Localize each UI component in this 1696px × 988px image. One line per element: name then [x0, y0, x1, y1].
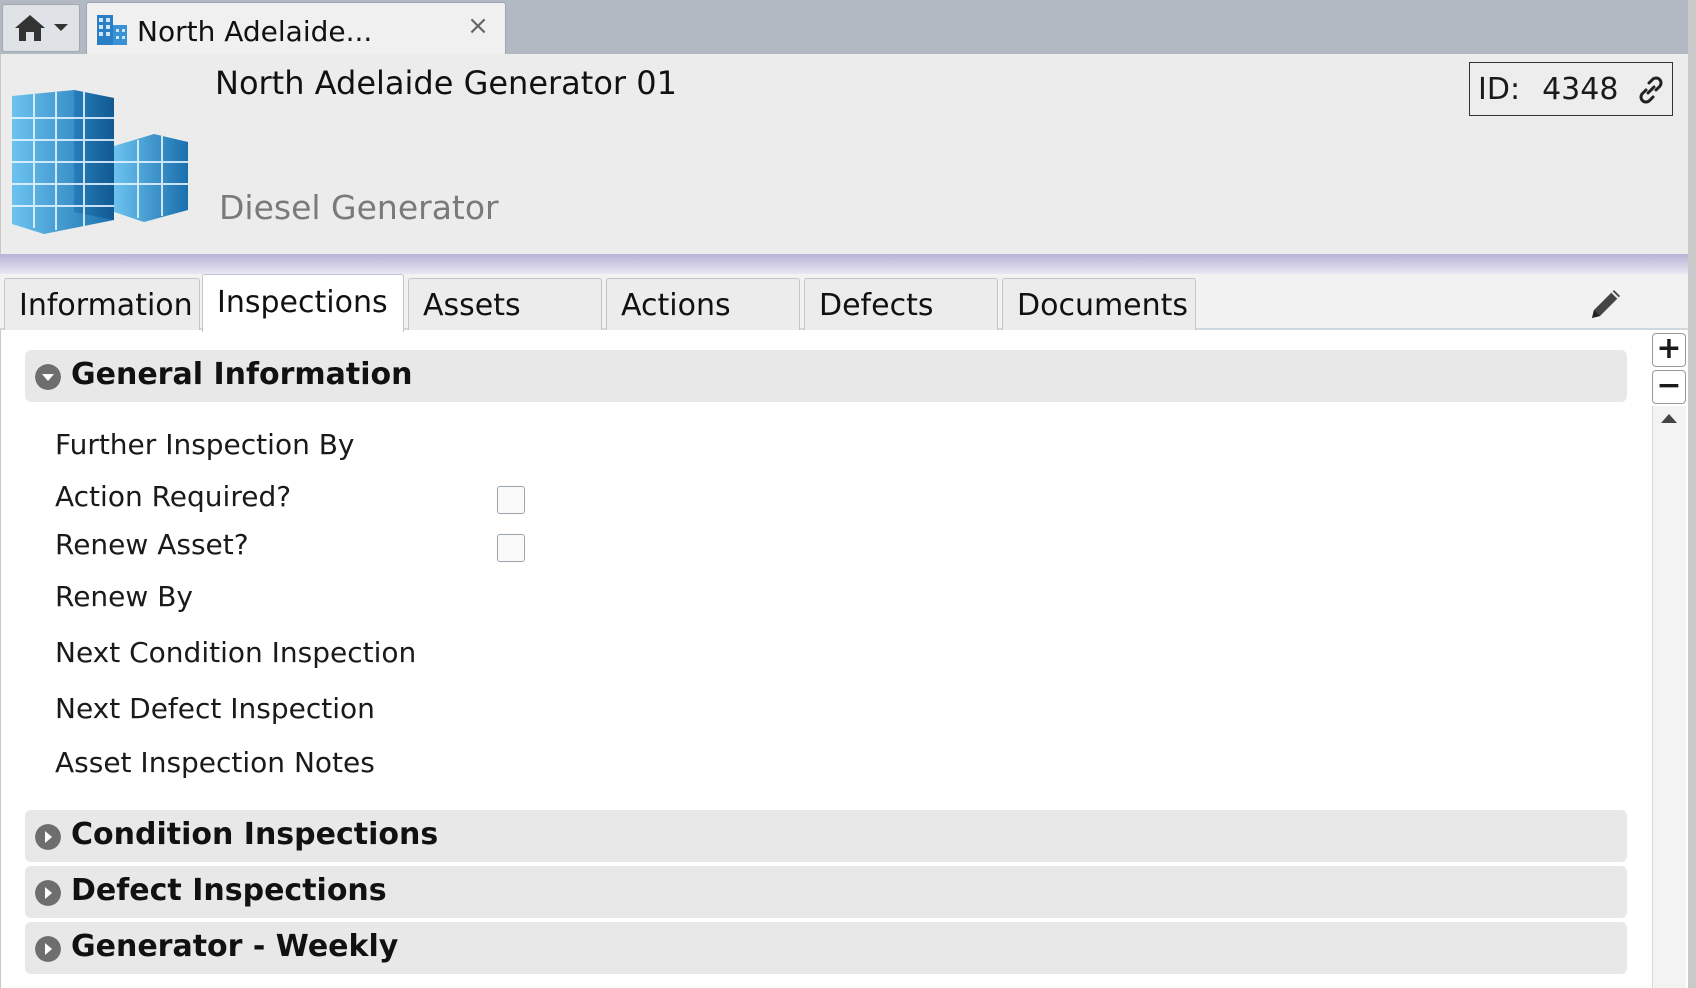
field-label-next-condition-inspection: Next Condition Inspection	[55, 636, 417, 669]
building-icon	[97, 15, 127, 45]
field-label-renew-asset: Renew Asset?	[55, 528, 249, 561]
action-required-checkbox[interactable]	[497, 486, 525, 514]
record-header: North Adelaide Generator 01 Diesel Gener…	[0, 54, 1688, 256]
tab-strip: North Adelaide... ×	[0, 0, 1696, 55]
collapse-all-button[interactable]: −	[1652, 370, 1686, 404]
expand-all-button[interactable]: +	[1652, 333, 1686, 367]
window-edge	[1688, 0, 1696, 988]
pencil-icon[interactable]	[1586, 284, 1626, 324]
id-value: 4348	[1542, 71, 1619, 107]
id-label: ID:	[1478, 71, 1521, 107]
section-title: Generator - Weekly	[71, 929, 399, 964]
close-tab-icon[interactable]: ×	[462, 10, 494, 42]
tab-actions[interactable]: Actions	[606, 278, 800, 330]
field-label-renew-by: Renew By	[55, 580, 193, 613]
chevron-right-icon	[35, 880, 61, 906]
building-icon	[12, 90, 188, 234]
record-tabs: Information Inspections Assets Actions D…	[0, 274, 1688, 332]
tab-information[interactable]: Information	[4, 278, 200, 330]
field-label-asset-inspection-notes: Asset Inspection Notes	[55, 746, 375, 779]
header-accent-band	[0, 254, 1688, 274]
section-title: Defect Inspections	[71, 873, 387, 908]
section-generator-weekly[interactable]: Generator - Weekly	[25, 922, 1627, 974]
chevron-down-icon	[54, 24, 68, 31]
page-title: North Adelaide Generator 01	[215, 64, 677, 102]
chevron-right-icon	[35, 936, 61, 962]
scroll-up-icon[interactable]	[1661, 414, 1677, 423]
field-label-next-defect-inspection: Next Defect Inspection	[55, 692, 375, 725]
tab-defects[interactable]: Defects	[804, 278, 998, 330]
chevron-right-icon	[35, 824, 61, 850]
inspections-panel: General Information Further Inspection B…	[0, 330, 1652, 988]
tab-assets[interactable]: Assets	[408, 278, 602, 330]
section-title: General Information	[71, 357, 413, 392]
tab-inspections[interactable]: Inspections	[202, 274, 404, 332]
field-label-further-inspection-by: Further Inspection By	[55, 428, 355, 461]
tab-documents[interactable]: Documents	[1002, 278, 1196, 330]
home-menu-button[interactable]	[2, 4, 80, 52]
home-icon	[15, 15, 45, 41]
field-label-action-required: Action Required?	[55, 480, 292, 513]
section-general-information[interactable]: General Information	[25, 350, 1627, 402]
section-defect-inspections[interactable]: Defect Inspections	[25, 866, 1627, 918]
asset-type-subtitle: Diesel Generator	[219, 188, 499, 227]
document-tab-title: North Adelaide...	[137, 15, 373, 48]
vertical-scrollbar[interactable]	[1652, 406, 1686, 988]
section-condition-inspections[interactable]: Condition Inspections	[25, 810, 1627, 862]
document-tab[interactable]: North Adelaide...	[86, 2, 506, 55]
link-icon[interactable]	[1636, 75, 1666, 105]
renew-asset-checkbox[interactable]	[497, 534, 525, 562]
section-title: Condition Inspections	[71, 817, 439, 852]
chevron-down-icon	[35, 364, 61, 390]
id-badge: ID: 4348	[1469, 62, 1673, 116]
